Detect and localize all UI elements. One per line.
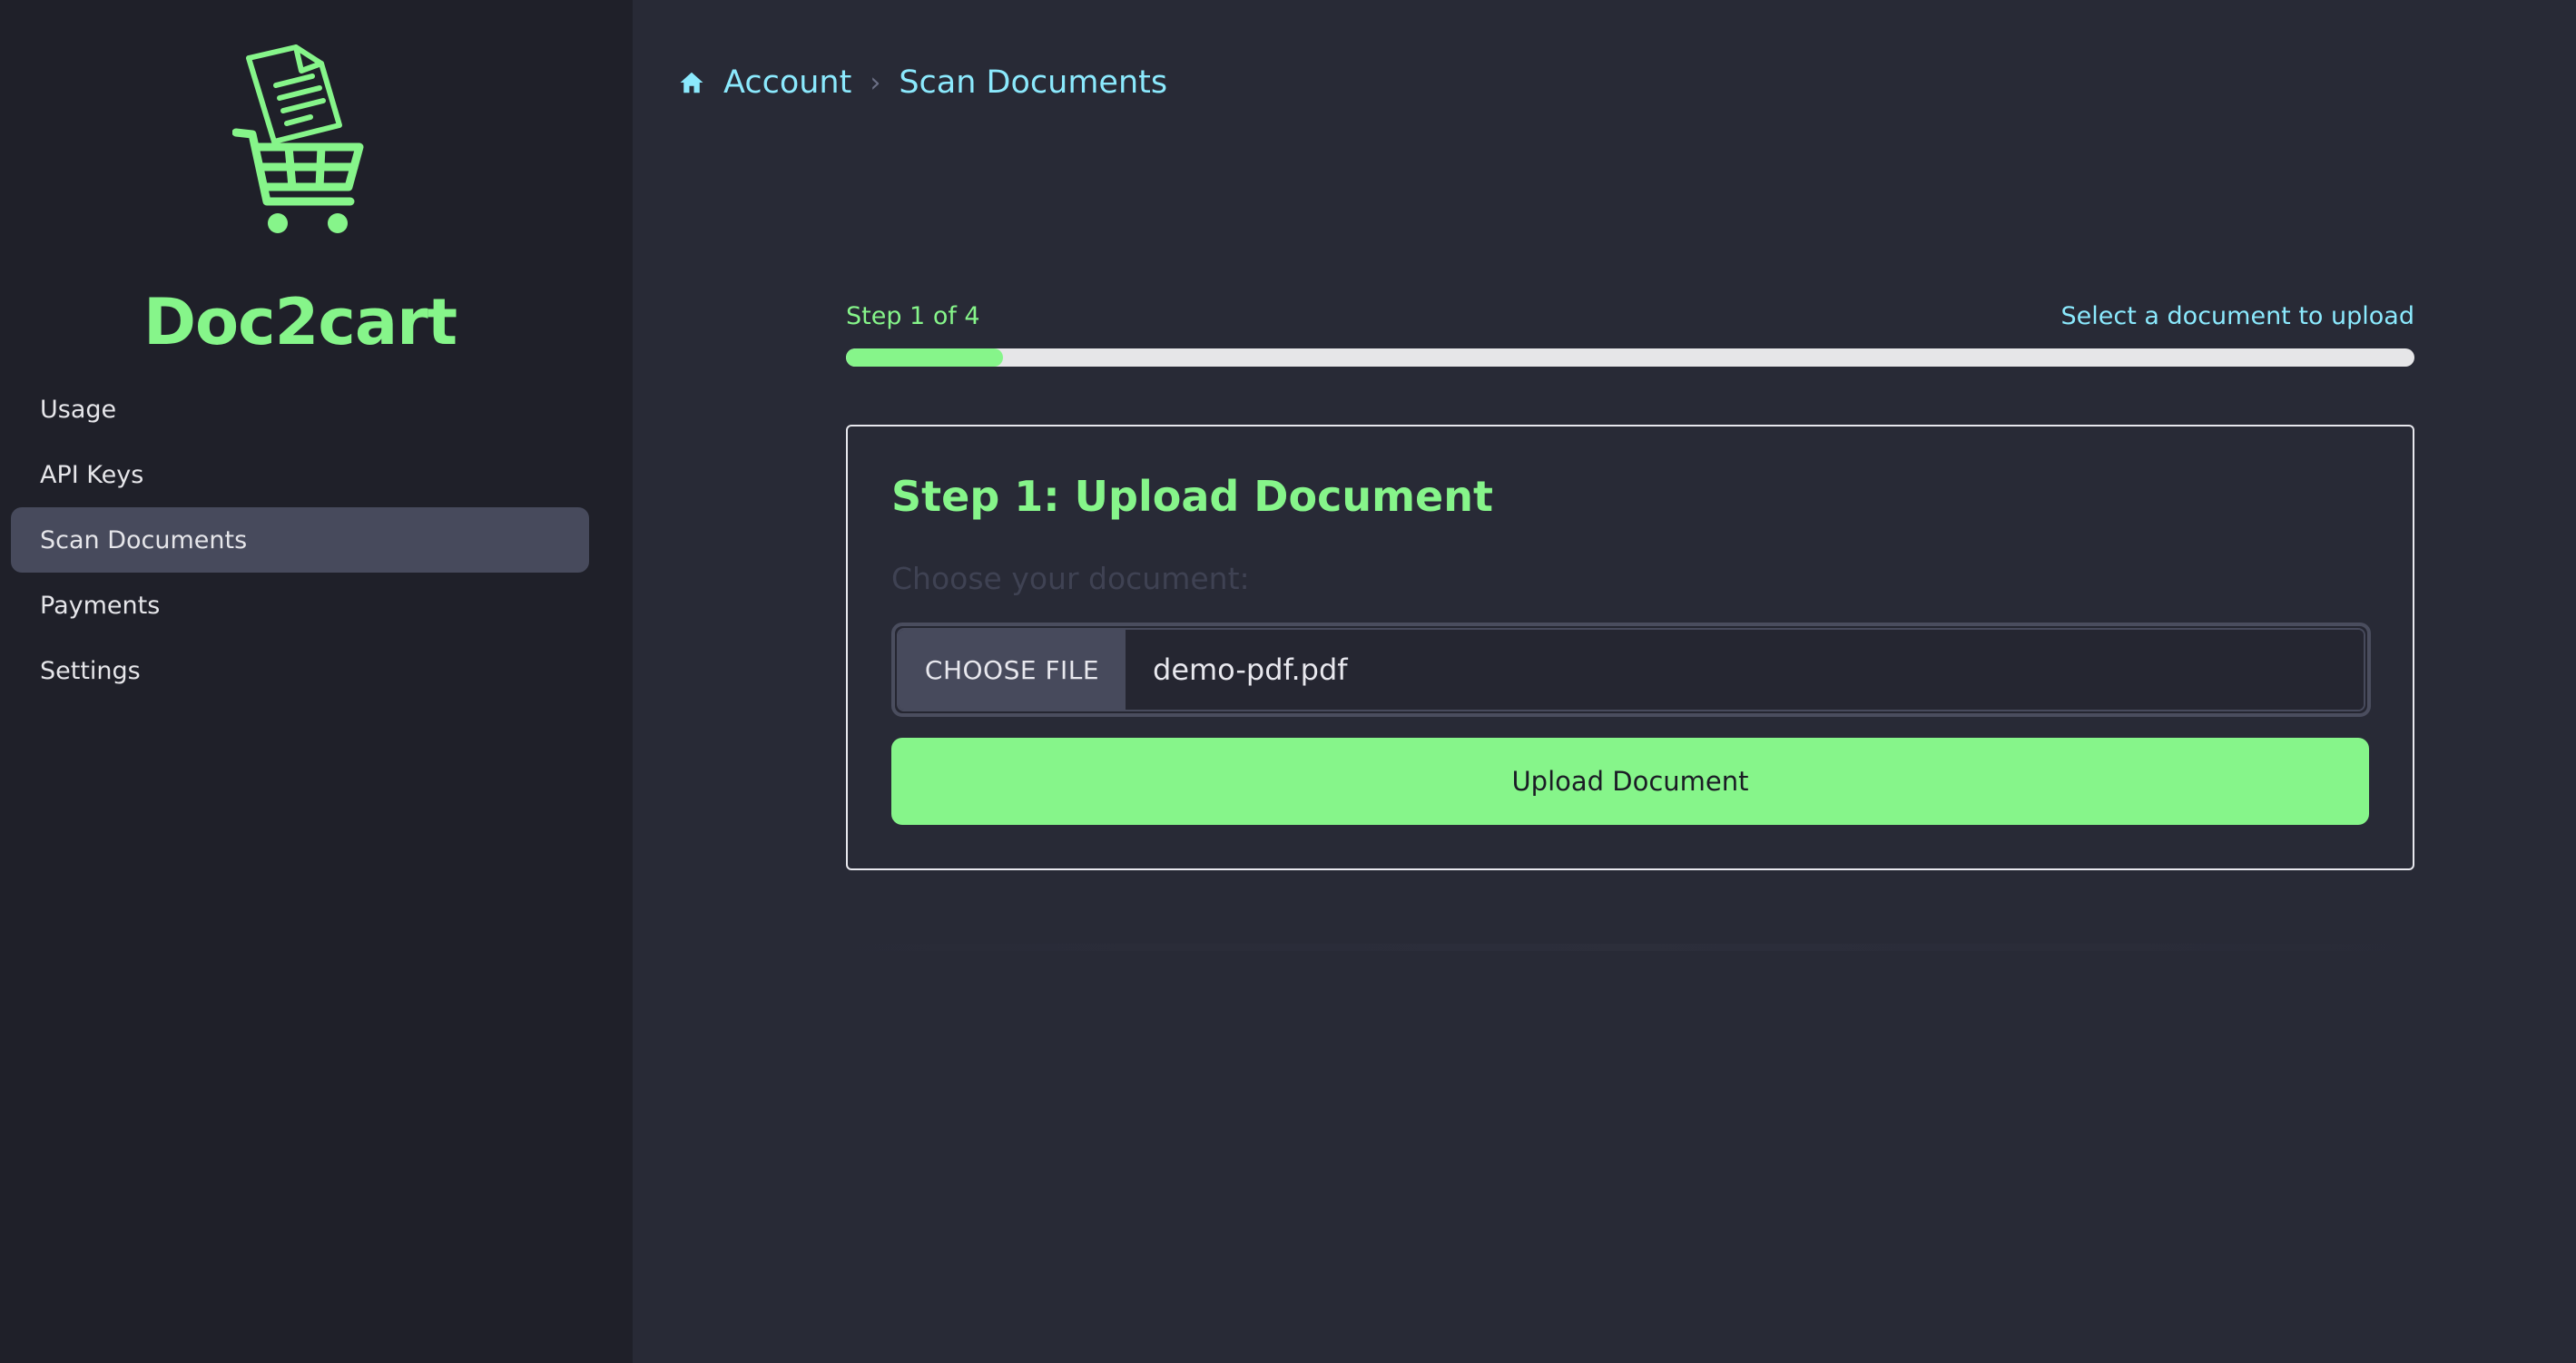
- sidebar-item-settings[interactable]: Settings: [11, 638, 589, 703]
- file-input[interactable]: CHOOSE FILE demo-pdf.pdf: [891, 623, 2371, 717]
- upload-document-button[interactable]: Upload Document: [891, 738, 2369, 825]
- sidebar-item-usage[interactable]: Usage: [11, 377, 589, 442]
- step-row: Step 1 of 4 Select a document to upload: [846, 299, 2414, 332]
- file-field-label: Choose your document:: [891, 561, 1250, 596]
- section-divider: [751, 944, 2512, 951]
- breadcrumb-current: Scan Documents: [899, 64, 1168, 101]
- sidebar-item-api-keys[interactable]: API Keys: [11, 442, 589, 507]
- step-counter: Step 1 of 4: [846, 301, 980, 330]
- sidebar-item-scan-documents[interactable]: Scan Documents: [11, 507, 589, 573]
- sidebar-nav: Usage API Keys Scan Documents Payments S…: [11, 377, 589, 703]
- choose-file-button[interactable]: CHOOSE FILE: [899, 630, 1126, 710]
- breadcrumb: Account › Scan Documents: [678, 60, 1167, 105]
- upload-card: Step 1: Upload Document Choose your docu…: [846, 425, 2414, 870]
- card-title: Step 1: Upload Document: [891, 472, 1493, 521]
- progress-bar: [846, 348, 2414, 367]
- selected-file-name: demo-pdf.pdf: [1126, 630, 2364, 710]
- app-root: Doc2cart Usage API Keys Scan Documents P…: [0, 0, 2576, 1363]
- step-hint: Select a document to upload: [2060, 301, 2414, 330]
- document-cart-logo-icon: [231, 44, 363, 233]
- logo-block: Doc2cart: [0, 40, 600, 354]
- home-icon[interactable]: [678, 69, 705, 96]
- breadcrumb-separator-icon: ›: [870, 66, 881, 99]
- file-input-inner: CHOOSE FILE demo-pdf.pdf: [897, 628, 2365, 711]
- sidebar-item-payments[interactable]: Payments: [11, 573, 589, 638]
- sidebar: Doc2cart Usage API Keys Scan Documents P…: [0, 0, 633, 1363]
- upload-wizard: Step 1 of 4 Select a document to upload …: [846, 299, 2414, 870]
- brand-name: Doc2cart: [143, 285, 457, 359]
- main-content: Account › Scan Documents Step 1 of 4 Sel…: [633, 0, 2576, 1363]
- progress-fill: [846, 348, 1003, 367]
- breadcrumb-account-link[interactable]: Account: [723, 64, 851, 101]
